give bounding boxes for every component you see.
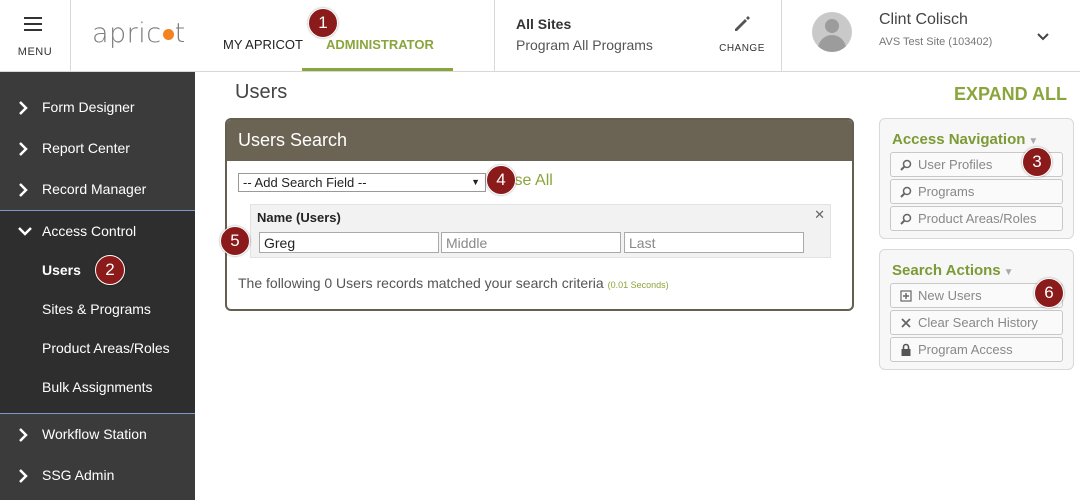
first-name-input[interactable] bbox=[259, 232, 439, 253]
chevron-down-icon[interactable] bbox=[1036, 32, 1050, 42]
tab-my-apricot[interactable]: MY APRICOT bbox=[223, 37, 303, 52]
pencil-icon bbox=[735, 16, 750, 31]
search-icon bbox=[900, 213, 912, 225]
page-title: Users bbox=[235, 81, 288, 103]
chevron-down-icon bbox=[18, 227, 32, 236]
sidebar-item-workflow-station[interactable]: Workflow Station bbox=[0, 414, 195, 455]
sidebar: Form Designer Report Center Record Manag… bbox=[0, 72, 195, 500]
close-icon bbox=[901, 318, 911, 328]
sidebar-item-label: SSG Admin bbox=[42, 467, 115, 483]
chevron-right-icon bbox=[19, 142, 28, 156]
sidebar-item-ssg-admin[interactable]: SSG Admin bbox=[0, 455, 195, 496]
collapse-triangle-icon: ▼ bbox=[1003, 267, 1014, 278]
sidebar-sub-product-areas-roles[interactable]: Product Areas/Roles bbox=[42, 340, 170, 356]
marker-2: 2 bbox=[95, 255, 125, 285]
name-field-label: Name (Users) bbox=[257, 210, 341, 225]
marker-4: 4 bbox=[486, 165, 516, 195]
clear-search-history-button[interactable]: Clear Search History bbox=[890, 310, 1063, 335]
marker-1: 1 bbox=[308, 8, 338, 38]
middle-name-input[interactable] bbox=[441, 232, 621, 253]
sidebar-sub-bulk-assignments[interactable]: Bulk Assignments bbox=[42, 379, 153, 395]
program-label: Program All Programs bbox=[516, 37, 653, 53]
marker-5: 5 bbox=[220, 226, 250, 256]
hamburger-icon bbox=[24, 17, 42, 31]
product-areas-roles-button[interactable]: Product Areas/Roles bbox=[890, 206, 1063, 231]
user-name: Clint Colisch bbox=[879, 11, 968, 28]
sidebar-item-report-center[interactable]: Report Center bbox=[0, 128, 195, 169]
programs-button[interactable]: Programs bbox=[890, 179, 1063, 204]
marker-6: 6 bbox=[1034, 278, 1064, 308]
chevron-right-icon bbox=[19, 469, 28, 483]
change-button[interactable]: CHANGE bbox=[717, 14, 767, 54]
top-header: MENU apric t MY APRICOT ADMINISTRATOR All… bbox=[0, 0, 1080, 72]
sidebar-item-label: Record Manager bbox=[42, 181, 147, 197]
expand-all-link[interactable]: EXPAND ALL bbox=[954, 84, 1067, 105]
sidebar-item-label: Workflow Station bbox=[42, 426, 147, 442]
change-label: CHANGE bbox=[719, 43, 765, 54]
result-time: (0.01 Seconds) bbox=[607, 280, 669, 290]
sidebar-sub-users[interactable]: Users bbox=[42, 262, 81, 278]
access-navigation-title[interactable]: Access Navigation ▼ bbox=[892, 131, 1038, 148]
active-tab-indicator bbox=[302, 68, 453, 71]
sidebar-item-label: Form Designer bbox=[42, 99, 135, 115]
sidebar-item-label: Access Control bbox=[42, 223, 137, 239]
search-actions-box: Search Actions ▼ New Users Clear Search H… bbox=[879, 249, 1074, 370]
avatar bbox=[812, 12, 852, 52]
sidebar-item-label: Report Center bbox=[42, 140, 130, 156]
close-icon[interactable]: ✕ bbox=[814, 207, 825, 223]
search-icon bbox=[900, 186, 912, 198]
sidebar-item-access-control[interactable]: Access Control bbox=[0, 211, 195, 252]
program-access-button[interactable]: Program Access bbox=[890, 337, 1063, 362]
sidebar-item-record-manager[interactable]: Record Manager bbox=[0, 169, 195, 210]
sidebar-sub-sites-programs[interactable]: Sites & Programs bbox=[42, 301, 151, 317]
panel-title: Users Search bbox=[227, 120, 852, 161]
result-summary: The following 0 Users records matched yo… bbox=[238, 275, 669, 291]
dropdown-caret-icon: ▼ bbox=[471, 177, 480, 187]
access-navigation-box: Access Navigation ▼ User Profiles Program… bbox=[879, 118, 1074, 239]
users-search-panel: Users Search -- Add Search Field -- ▼ ws… bbox=[225, 118, 854, 311]
chevron-right-icon bbox=[19, 183, 28, 197]
last-name-input[interactable] bbox=[624, 232, 804, 253]
chevron-right-icon bbox=[19, 101, 28, 115]
logo-dot bbox=[162, 29, 174, 40]
apricot-logo[interactable]: apric t bbox=[92, 18, 186, 49]
menu-button[interactable]: MENU bbox=[0, 0, 71, 71]
user-site: AVS Test Site (103402) bbox=[879, 36, 993, 48]
sidebar-item-form-designer[interactable]: Form Designer bbox=[0, 87, 195, 128]
search-icon bbox=[900, 159, 912, 171]
site-selector: All Sites Program All Programs CHANGE bbox=[494, 0, 782, 71]
collapse-triangle-icon: ▼ bbox=[1028, 136, 1039, 147]
lock-icon bbox=[901, 343, 911, 356]
add-search-field-select[interactable]: -- Add Search Field -- ▼ bbox=[238, 173, 486, 192]
name-search-group: Name (Users) ✕ bbox=[250, 204, 831, 258]
marker-3: 3 bbox=[1022, 147, 1052, 177]
search-actions-title[interactable]: Search Actions ▼ bbox=[892, 262, 1014, 279]
sites-title: All Sites bbox=[516, 16, 572, 32]
add-icon bbox=[900, 290, 912, 302]
sidebar-group-access-control: Access Control Users Sites & Programs Pr… bbox=[0, 210, 195, 414]
menu-label: MENU bbox=[17, 46, 53, 58]
chevron-right-icon bbox=[19, 428, 28, 442]
tab-administrator[interactable]: ADMINISTRATOR bbox=[326, 37, 434, 52]
user-menu[interactable]: Clint Colisch AVS Test Site (103402) bbox=[800, 0, 1080, 71]
